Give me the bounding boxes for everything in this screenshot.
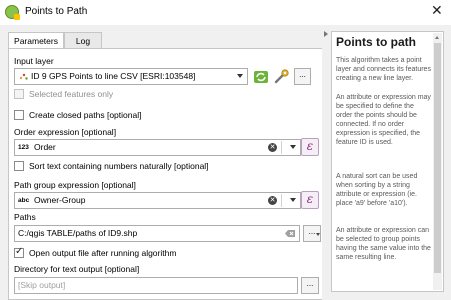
chevron-down-icon	[290, 145, 296, 149]
selected-only-checkbox[interactable]	[14, 89, 24, 99]
sort-natural-checkbox[interactable]	[14, 161, 24, 171]
close-button[interactable]: ✕	[431, 2, 443, 19]
input-layer-select[interactable]: ID 9 GPS Points to line CSV [ESRI:103548…	[14, 68, 248, 85]
directory-output-field[interactable]: [Skip output]	[14, 277, 298, 294]
scroll-up-arrow-icon[interactable]	[435, 36, 439, 39]
point-layer-icon	[19, 73, 28, 80]
open-output-label: Open output file after running algorithm	[29, 248, 177, 258]
tab-parameters[interactable]: Parameters	[8, 32, 64, 49]
order-expression-select[interactable]: 123 Order ✕	[14, 139, 301, 156]
qgis-logo-icon	[5, 5, 20, 20]
chevron-down-icon	[237, 74, 243, 78]
order-expression-label: Order expression [optional]	[14, 127, 117, 137]
paths-browse-button[interactable]: ...	[303, 225, 321, 242]
clear-order-button[interactable]: ✕	[268, 143, 277, 152]
help-paragraph: A natural sort can be used when sorting …	[336, 173, 418, 207]
collapse-help-arrow-icon[interactable]	[324, 31, 328, 37]
group-expression-builder-button[interactable]: ε	[301, 191, 319, 209]
text-field-icon: abc	[18, 197, 30, 204]
group-expression-label: Path group expression [optional]	[14, 180, 136, 190]
selected-only-label: Selected features only	[29, 89, 114, 99]
paths-output-value: C:/qgis TABLE/paths of ID9.shp	[18, 228, 138, 238]
open-output-checkbox[interactable]	[14, 246, 24, 258]
combo-divider	[281, 141, 282, 154]
closed-paths-label: Create closed paths [optional]	[29, 110, 142, 120]
clear-text-icon[interactable]	[285, 230, 295, 237]
input-layer-label: Input layer	[14, 56, 54, 66]
clear-group-button[interactable]: ✕	[268, 196, 277, 205]
directory-browse-button[interactable]: ...	[301, 277, 319, 294]
directory-output-label: Directory for text output [optional]	[14, 264, 140, 274]
parameters-area: Parameters Log Input layer ID 9 GPS Poin…	[0, 25, 322, 300]
directory-output-placeholder: [Skip output]	[18, 280, 66, 290]
help-title: Points to path	[336, 35, 416, 49]
input-layer-value: ID 9 GPS Points to line CSV [ESRI:103548…	[31, 71, 196, 81]
window-title: Points to Path	[25, 6, 88, 17]
group-expression-select[interactable]: abc Owner-Group ✕	[14, 192, 301, 209]
help-scrollbar[interactable]	[433, 33, 442, 290]
scroll-thumb[interactable]	[434, 43, 441, 273]
title-bar: Points to Path ✕	[0, 0, 451, 25]
advanced-options-wrench-icon[interactable]	[273, 68, 290, 85]
browse-ellipsis: ...	[308, 227, 316, 236]
help-paragraph: An attribute or expression may be specif…	[336, 94, 431, 146]
help-panel: Points to path This algorithm takes a po…	[331, 31, 444, 292]
combo-divider	[281, 194, 282, 207]
order-expression-builder-button[interactable]: ε	[301, 138, 319, 156]
group-expression-value: Owner-Group	[34, 195, 86, 205]
iterate-icon[interactable]	[253, 69, 269, 85]
help-paragraph: An attribute or expression can be select…	[336, 227, 431, 261]
order-expression-value: Order	[34, 142, 56, 152]
help-paragraph: This algorithm takes a point layer and c…	[336, 57, 431, 82]
paths-label: Paths	[14, 212, 36, 222]
chevron-down-icon	[290, 198, 296, 202]
paths-output-field[interactable]: C:/qgis TABLE/paths of ID9.shp	[14, 225, 300, 242]
sort-natural-label: Sort text containing numbers naturally […	[29, 161, 209, 171]
tab-log[interactable]: Log	[64, 32, 102, 48]
browse-input-button[interactable]: ...	[294, 68, 311, 85]
chevron-down-icon	[316, 233, 320, 236]
closed-paths-checkbox[interactable]	[14, 110, 24, 120]
numeric-field-icon: 123	[18, 144, 29, 151]
parameters-panel: Input layer ID 9 GPS Points to line CSV …	[8, 48, 322, 300]
